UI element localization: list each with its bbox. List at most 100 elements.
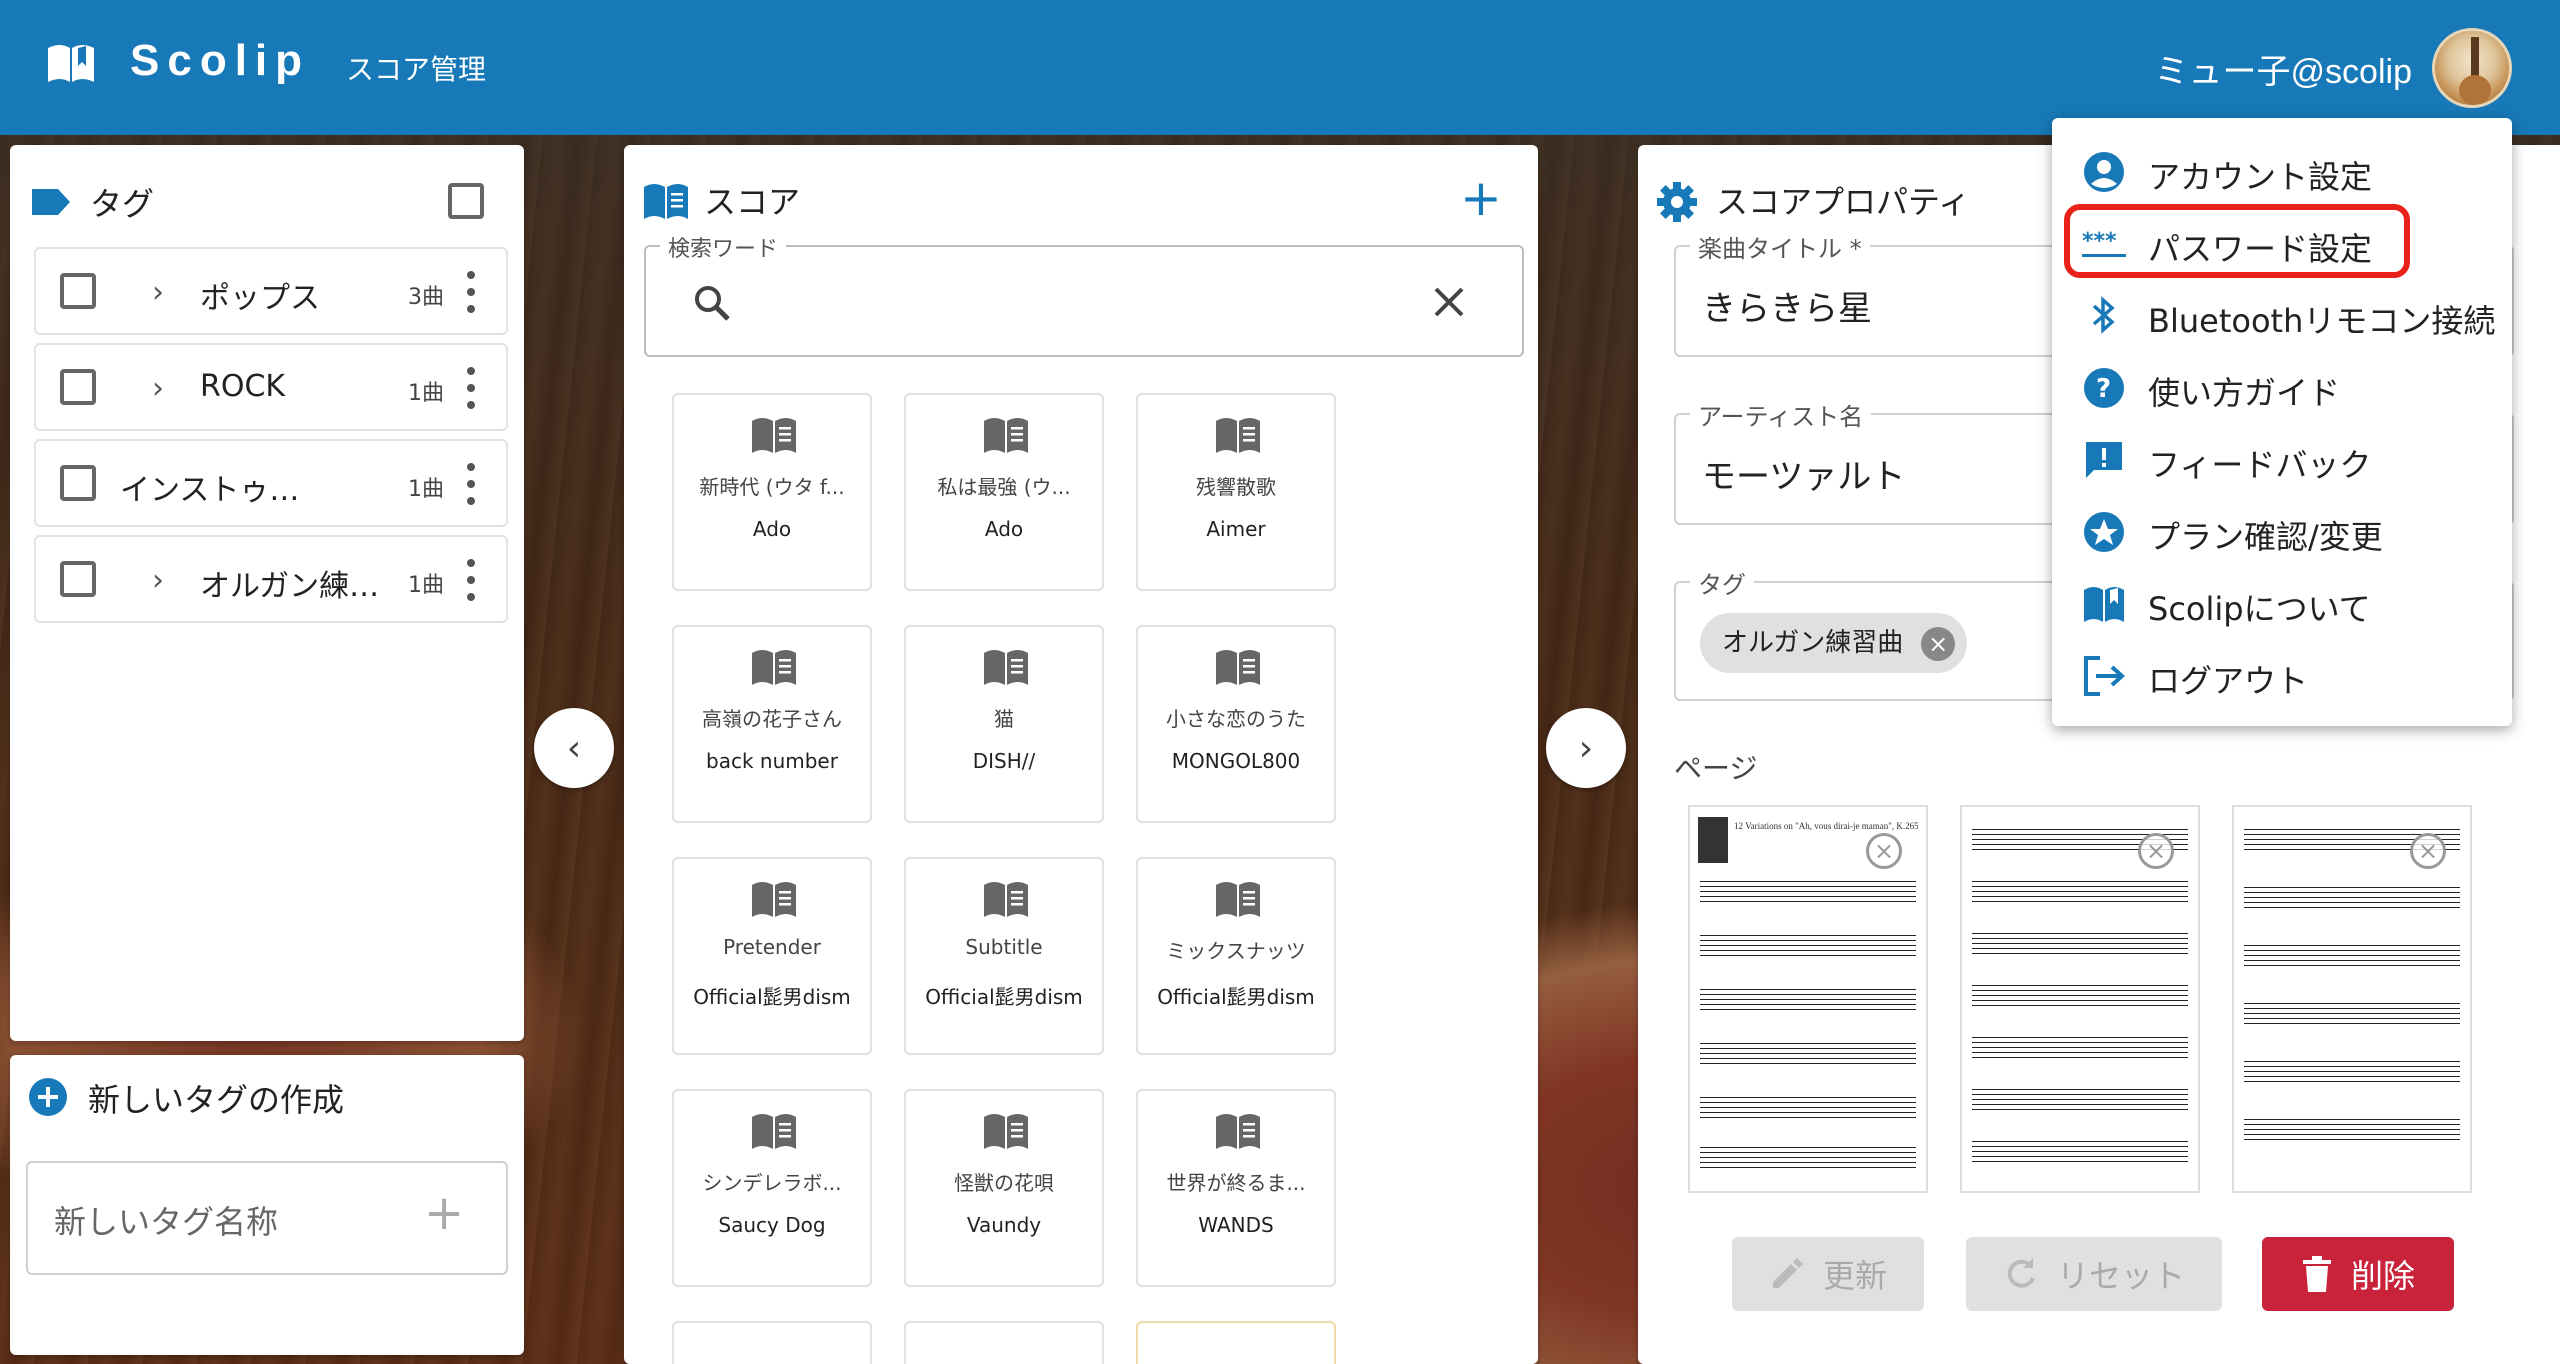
search-legend: 検索ワード bbox=[660, 231, 787, 263]
score-card[interactable]: シンデレラボ... Saucy Dog bbox=[672, 1089, 872, 1287]
chevron-right-icon[interactable]: › bbox=[1546, 708, 1626, 788]
menu-item-about[interactable]: Scolipについて bbox=[2052, 566, 2512, 638]
page-thumbnail[interactable]: × bbox=[2232, 805, 2472, 1193]
tag-panel-title: タグ bbox=[90, 185, 155, 223]
score-card[interactable]: 新時代 (ウタ f... Ado bbox=[672, 393, 872, 591]
search-input[interactable]: 検索ワード bbox=[644, 231, 1524, 357]
menu-book-icon bbox=[1216, 1114, 1260, 1149]
properties-title: スコアプロパティ bbox=[1716, 183, 1971, 221]
search-icon bbox=[695, 286, 730, 321]
tag-checkbox[interactable] bbox=[60, 465, 96, 501]
tag-checkbox[interactable] bbox=[60, 369, 96, 405]
tag-chip[interactable]: オルガン練習曲 × bbox=[1700, 613, 1968, 673]
new-tag-input[interactable]: 新しいタグ名称 + bbox=[26, 1161, 508, 1275]
menu-item-guide[interactable]: ? 使い方ガイド bbox=[2052, 350, 2512, 422]
score-card[interactable]: ミックスナッツ Official髭男dism bbox=[1136, 857, 1336, 1055]
page-thumbnail[interactable]: 12 Variations on "Ah, vous dirai-je mama… bbox=[1688, 805, 1928, 1193]
score-title: 高嶺の花子さん bbox=[702, 707, 842, 731]
score-card[interactable]: Pretender Official髭男dism bbox=[672, 857, 872, 1055]
score-card[interactable]: Subtitle Official髭男dism bbox=[904, 857, 1104, 1055]
more-vert-icon[interactable] bbox=[466, 271, 476, 315]
score-card[interactable]: 世界が終るま... WANDS bbox=[1136, 1089, 1336, 1287]
delete-label: 削除 bbox=[2350, 1257, 2415, 1295]
menu-item-label: フィードバック bbox=[2148, 446, 2372, 484]
menu-book-icon bbox=[984, 650, 1028, 685]
tag-label: ポップス bbox=[200, 281, 320, 316]
more-vert-icon[interactable] bbox=[466, 559, 476, 603]
avatar[interactable] bbox=[2432, 28, 2512, 108]
menu-item-label: プラン確認/変更 bbox=[2148, 518, 2383, 556]
remove-page-icon[interactable]: × bbox=[2410, 833, 2446, 869]
more-vert-icon[interactable] bbox=[466, 367, 476, 411]
add-icon[interactable]: + bbox=[424, 1185, 464, 1241]
menu-book-icon bbox=[752, 650, 796, 685]
tag-count: 1曲 bbox=[408, 381, 444, 406]
score-title: ミックスナッツ bbox=[1166, 939, 1306, 963]
app-logo-text[interactable]: Scolip bbox=[130, 36, 310, 86]
nav-score-management[interactable]: スコア管理 bbox=[346, 48, 486, 88]
chevron-right-icon[interactable]: › bbox=[152, 563, 164, 598]
menu-book-icon bbox=[984, 1114, 1028, 1149]
score-card[interactable]: 残響散歌 Aimer bbox=[1136, 393, 1336, 591]
score-artist: Official髭男dism bbox=[925, 985, 1083, 1009]
score-title: Subtitle bbox=[965, 935, 1043, 959]
tag-checkbox[interactable] bbox=[60, 273, 96, 309]
menu-item-bluetooth[interactable]: Bluetoothリモコン接続 bbox=[2052, 278, 2512, 350]
tag-chip-label: オルガン練習曲 bbox=[1722, 628, 1904, 658]
score-card[interactable]: 猫 DISH// bbox=[904, 625, 1104, 823]
staff-line bbox=[1972, 1141, 2188, 1165]
more-vert-icon[interactable] bbox=[466, 463, 476, 507]
remove-page-icon[interactable]: × bbox=[1866, 833, 1902, 869]
remove-page-icon[interactable]: × bbox=[2138, 833, 2174, 869]
menu-book-icon bbox=[752, 418, 796, 453]
score-card[interactable]: 私は最強 (ウ... Ado bbox=[904, 393, 1104, 591]
score-card[interactable]: 高嶺の花子さん back number bbox=[672, 625, 872, 823]
score-card[interactable]: 小さな恋のうた MONGOL800 bbox=[1136, 625, 1336, 823]
score-artist: Aimer bbox=[1206, 517, 1266, 541]
artist-label: アーティスト名 bbox=[1690, 397, 1872, 432]
score-card[interactable]: 怪獣の花唄 Vaundy bbox=[904, 1089, 1104, 1287]
chevron-left-icon[interactable]: ‹ bbox=[534, 708, 614, 788]
staff-line bbox=[1700, 935, 1916, 959]
score-artist: Ado bbox=[984, 517, 1024, 541]
tag-row[interactable]: › オルガン練… 1曲 bbox=[34, 535, 508, 623]
user-name[interactable]: ミュー子@scolip bbox=[2155, 44, 2412, 93]
tag-row[interactable]: › ROCK 1曲 bbox=[34, 343, 508, 431]
clear-icon[interactable] bbox=[1432, 285, 1466, 319]
menu-item-feedback[interactable]: フィードバック bbox=[2052, 422, 2512, 494]
tag-row[interactable]: › ポップス 3曲 bbox=[34, 247, 508, 335]
tag-field-label: タグ bbox=[1690, 565, 1754, 600]
update-button[interactable]: 更新 bbox=[1732, 1237, 1924, 1311]
select-all-tags-checkbox[interactable] bbox=[448, 183, 484, 219]
add-score-icon[interactable]: + bbox=[1460, 169, 1502, 227]
book-open-icon bbox=[48, 45, 94, 82]
score-title: 小さな恋のうた bbox=[1166, 707, 1306, 731]
tag-checkbox[interactable] bbox=[60, 561, 96, 597]
menu-item-account[interactable]: アカウント設定 bbox=[2052, 134, 2512, 206]
page-thumbnail[interactable]: × bbox=[1960, 805, 2200, 1193]
delete-button[interactable]: 削除 bbox=[2262, 1237, 2454, 1311]
edit-icon bbox=[1772, 1258, 1803, 1288]
staff-line bbox=[1700, 881, 1916, 905]
staff-line bbox=[2244, 1003, 2460, 1027]
logout-icon bbox=[2084, 656, 2125, 696]
song-title-label: 楽曲タイトル * bbox=[1690, 229, 1870, 264]
menu-item-plan[interactable]: プラン確認/変更 bbox=[2052, 494, 2512, 566]
reset-button[interactable]: リセット bbox=[1966, 1237, 2222, 1311]
score-card[interactable] bbox=[672, 1321, 872, 1364]
chevron-right-icon[interactable]: › bbox=[152, 275, 164, 310]
tag-row[interactable]: インストゥ… 1曲 bbox=[34, 439, 508, 527]
score-artist: Ado bbox=[752, 517, 792, 541]
menu-item-logout[interactable]: ログアウト bbox=[2052, 638, 2512, 710]
score-artist: WANDS bbox=[1198, 1213, 1274, 1237]
staff-line bbox=[1972, 1089, 2188, 1113]
menu-book-icon bbox=[1216, 882, 1260, 917]
staff-line bbox=[1700, 1097, 1916, 1121]
highlight-annotation bbox=[2064, 204, 2410, 278]
chevron-right-icon[interactable]: › bbox=[152, 371, 164, 406]
staff-line bbox=[2244, 1061, 2460, 1085]
cancel-icon[interactable]: × bbox=[1921, 627, 1956, 661]
score-card[interactable] bbox=[904, 1321, 1104, 1364]
trash-icon bbox=[2302, 1256, 2331, 1292]
score-card[interactable] bbox=[1136, 1321, 1336, 1364]
